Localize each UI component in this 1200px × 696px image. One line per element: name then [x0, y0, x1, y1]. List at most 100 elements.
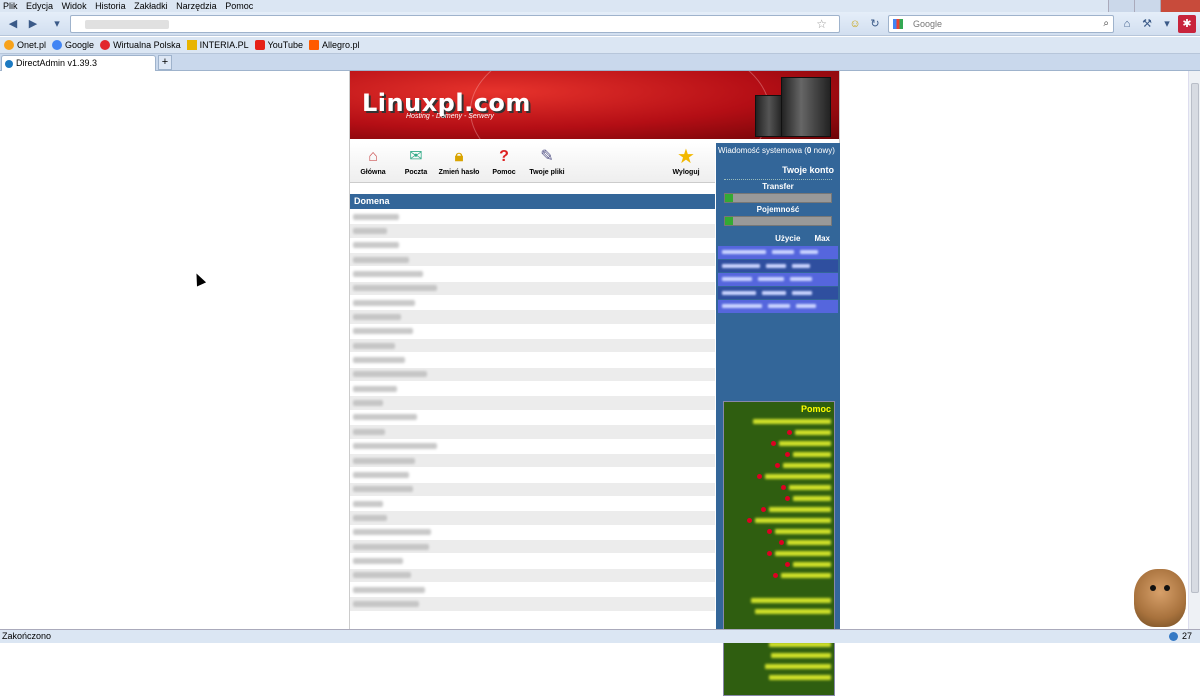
contact-name-blurred[interactable] [769, 507, 831, 512]
contact-name-blurred[interactable] [779, 441, 831, 446]
bookmark-youtube[interactable]: YouTube [255, 37, 303, 53]
domain-name-blurred[interactable] [353, 357, 405, 363]
menu-help[interactable]: Pomoc [222, 1, 256, 11]
domain-name-blurred[interactable] [353, 300, 415, 306]
bookmark-wp[interactable]: Wirtualna Polska [100, 37, 181, 53]
domain-row[interactable] [350, 339, 715, 353]
domain-name-blurred[interactable] [353, 587, 425, 593]
domain-row[interactable] [350, 425, 715, 439]
domain-row[interactable] [350, 468, 715, 482]
domain-name-blurred[interactable] [353, 386, 397, 392]
domain-name-blurred[interactable] [353, 572, 411, 578]
domain-name-blurred[interactable] [353, 472, 409, 478]
history-dropdown-icon[interactable]: ▾ [48, 15, 66, 33]
contact-name-blurred[interactable] [775, 529, 831, 534]
bookmark-google[interactable]: Google [52, 37, 94, 53]
domain-name-blurred[interactable] [353, 214, 399, 220]
domain-name-blurred[interactable] [353, 228, 387, 234]
help-button[interactable]: ? Pomoc [483, 147, 525, 176]
contact-name-blurred[interactable] [787, 540, 831, 545]
contact-name-blurred[interactable] [775, 551, 831, 556]
tab-directadmin[interactable]: DirectAdmin v1.39.3 [1, 55, 156, 71]
files-button[interactable]: ✎ Twoje pliki [526, 147, 568, 176]
url-bar[interactable]: ☆ [70, 15, 840, 33]
domain-row[interactable] [350, 511, 715, 525]
contact-name-blurred[interactable] [793, 496, 831, 501]
domain-name-blurred[interactable] [353, 314, 401, 320]
domain-row[interactable] [350, 267, 715, 281]
tools-icon[interactable]: ⚒ [1138, 15, 1156, 33]
domain-name-blurred[interactable] [353, 257, 409, 263]
menu-dropdown-icon[interactable]: ▾ [1158, 15, 1176, 33]
domain-name-blurred[interactable] [353, 371, 427, 377]
contact-name-blurred[interactable] [795, 430, 831, 435]
domain-row[interactable] [350, 368, 715, 382]
contact-name-blurred[interactable] [765, 474, 831, 479]
domain-row[interactable] [350, 224, 715, 238]
domain-name-blurred[interactable] [353, 271, 423, 277]
domain-row[interactable] [350, 239, 715, 253]
domain-row[interactable] [350, 253, 715, 267]
change-password-button[interactable]: 🔒︎ Zmień hasło [438, 147, 480, 176]
domain-row[interactable] [350, 210, 715, 224]
domain-name-blurred[interactable] [353, 501, 383, 507]
maximize-button[interactable] [1134, 0, 1160, 12]
domain-name-blurred[interactable] [353, 486, 413, 492]
domain-name-blurred[interactable] [353, 558, 403, 564]
bookmark-star-icon[interactable]: ☆ [816, 17, 827, 31]
back-icon[interactable]: ◀ [4, 15, 22, 33]
domain-name-blurred[interactable] [353, 429, 385, 435]
domain-name-blurred[interactable] [353, 601, 419, 607]
domain-row[interactable] [350, 483, 715, 497]
menu-file[interactable]: Plik [0, 1, 21, 11]
domain-row[interactable] [350, 554, 715, 568]
domain-row[interactable] [350, 411, 715, 425]
domain-name-blurred[interactable] [353, 529, 431, 535]
domain-row[interactable] [350, 454, 715, 468]
contact-name-blurred[interactable] [753, 419, 831, 424]
reload-icon[interactable]: ↻ [866, 15, 884, 33]
domain-row[interactable] [350, 526, 715, 540]
mail-button[interactable]: ✉ Poczta [395, 147, 437, 176]
contact-name-blurred[interactable] [783, 463, 831, 468]
domain-name-blurred[interactable] [353, 400, 383, 406]
addon-icon[interactable]: ✱ [1178, 15, 1196, 33]
domain-row[interactable] [350, 583, 715, 597]
new-tab-button[interactable]: + [158, 55, 172, 70]
contact-name-blurred[interactable] [793, 562, 831, 567]
logout-button[interactable]: ★ Wyloguj [665, 147, 707, 176]
domain-name-blurred[interactable] [353, 458, 415, 464]
domain-row[interactable] [350, 569, 715, 583]
domain-name-blurred[interactable] [353, 242, 399, 248]
menu-tools[interactable]: Narzędzia [173, 1, 220, 11]
search-icon[interactable]: ⌕ [1103, 16, 1109, 32]
contact-name-blurred[interactable] [793, 452, 831, 457]
domain-row[interactable] [350, 296, 715, 310]
contact-name-blurred[interactable] [781, 573, 831, 578]
domain-row[interactable] [350, 282, 715, 296]
bookmark-interia[interactable]: INTERIA.PL [187, 37, 249, 53]
domain-name-blurred[interactable] [353, 515, 387, 521]
scrollbar-thumb[interactable] [1191, 83, 1199, 593]
domain-name-blurred[interactable] [353, 343, 395, 349]
domain-name-blurred[interactable] [353, 414, 417, 420]
home-button[interactable]: ⌂ Główna [352, 147, 394, 176]
domain-row[interactable] [350, 540, 715, 554]
menu-history[interactable]: Historia [92, 1, 129, 11]
domain-name-blurred[interactable] [353, 328, 413, 334]
domain-name-blurred[interactable] [353, 285, 437, 291]
domain-row[interactable] [350, 310, 715, 324]
domain-name-blurred[interactable] [353, 544, 429, 550]
menu-bookmarks[interactable]: Zakładki [131, 1, 171, 11]
domain-row[interactable] [350, 597, 715, 611]
close-button[interactable] [1160, 0, 1200, 12]
contact-name-blurred[interactable] [755, 518, 831, 523]
search-input[interactable]: Google ⌕ [888, 15, 1114, 33]
domain-row[interactable] [350, 440, 715, 454]
bookmark-allegro[interactable]: Allegro.pl [309, 37, 360, 53]
domain-row[interactable] [350, 382, 715, 396]
smiley-icon[interactable]: ☺ [846, 15, 864, 33]
domain-row[interactable] [350, 497, 715, 511]
menu-edit[interactable]: Edycja [23, 1, 56, 11]
menu-view[interactable]: Widok [59, 1, 90, 11]
